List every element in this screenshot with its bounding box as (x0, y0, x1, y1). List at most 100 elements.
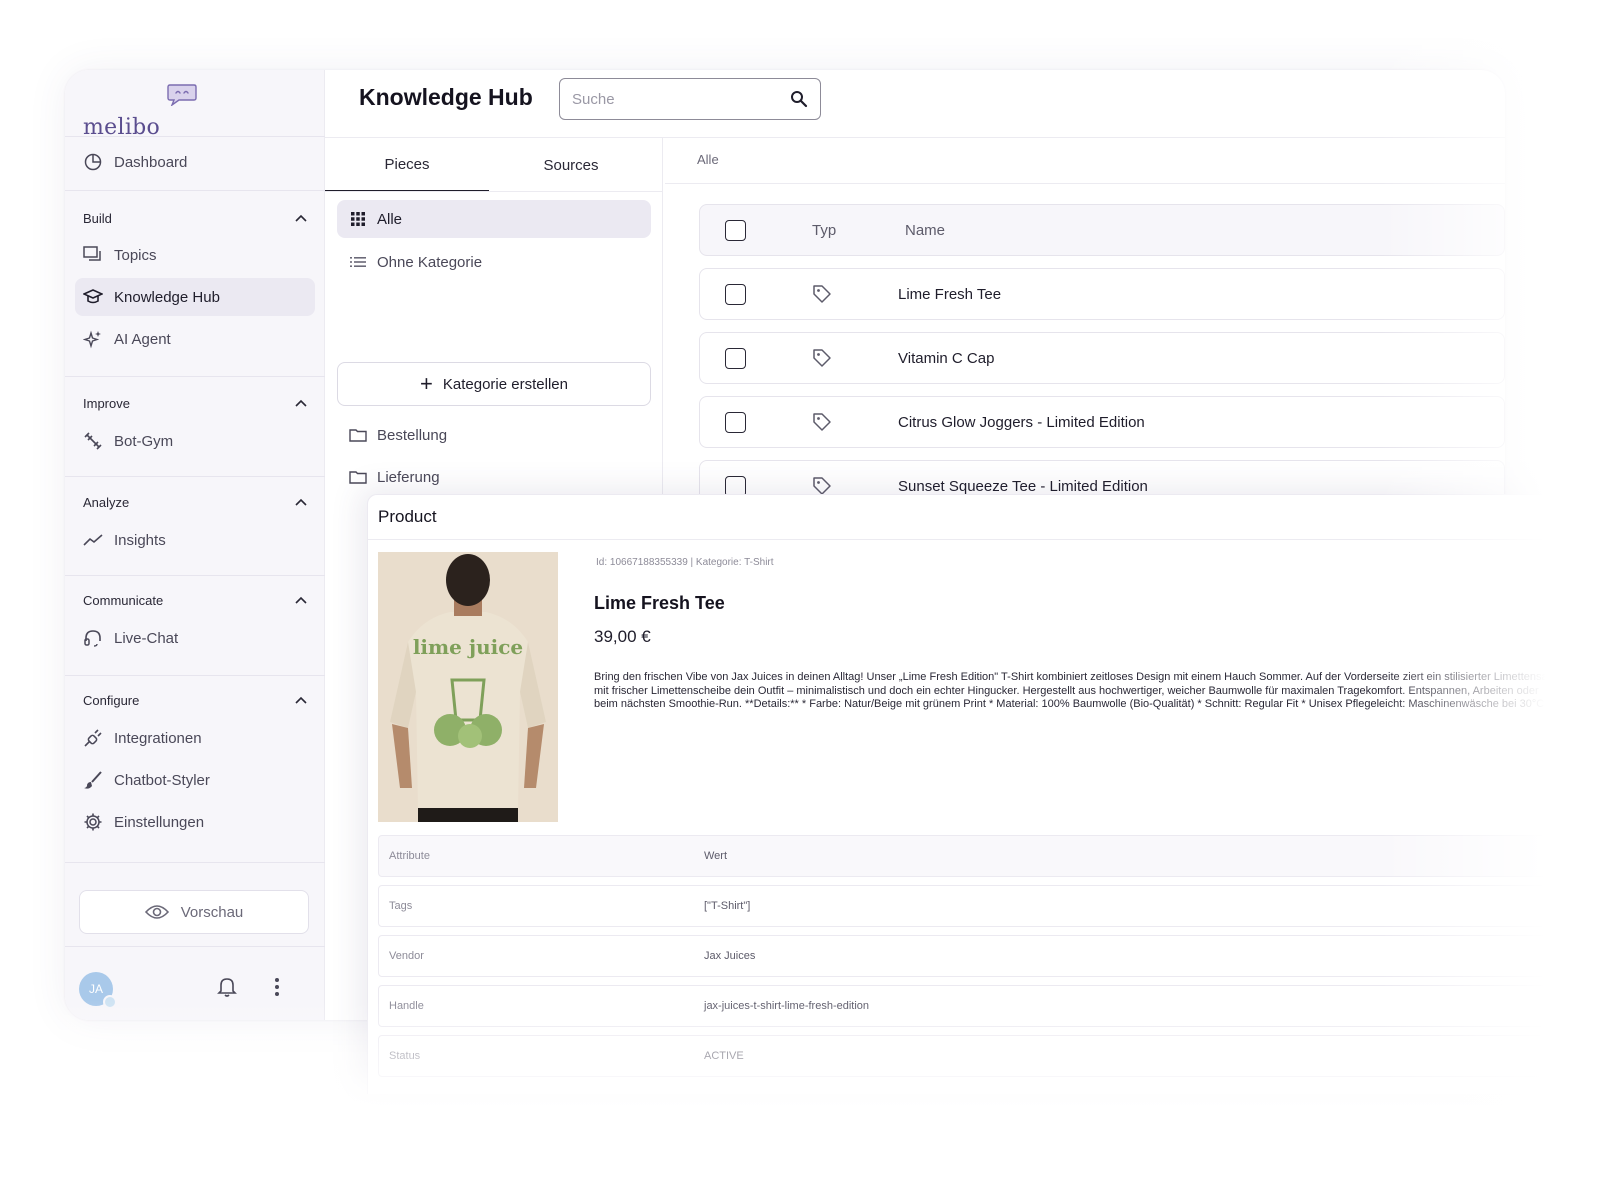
row-checkbox[interactable] (725, 283, 746, 305)
product-meta: Id: 10667188355339 | Kategorie: T-Shirt (596, 557, 774, 568)
sidebar-item-knowledge-hub[interactable]: Knowledge Hub (75, 278, 315, 316)
dashboard-icon (83, 152, 103, 172)
sidebar: melibo Dashboard Build Topics Knowledge … (65, 70, 325, 1020)
product-description: Bring den frischen Vibe von Jax Juices i… (594, 671, 1554, 711)
shirt-print-text: lime juice (413, 635, 523, 659)
row-checkbox[interactable] (725, 347, 746, 369)
category-label: Ohne Kategorie (377, 253, 483, 271)
attribute-key: Tags (389, 900, 413, 912)
bell-icon[interactable] (217, 976, 237, 1003)
table-row[interactable]: Lime Fresh Tee (699, 268, 1505, 320)
column-type[interactable]: Typ (812, 222, 836, 239)
section-label: Analyze (83, 494, 130, 510)
section-label: Configure (83, 692, 140, 708)
value-column-header: Wert (704, 850, 728, 862)
plus-icon: + (420, 371, 433, 396)
sidebar-item-einstellungen[interactable]: Einstellungen (75, 803, 315, 841)
section-build-toggle[interactable]: Build (83, 207, 307, 229)
sidebar-item-label: Insights (114, 531, 166, 549)
attribute-key: Status (389, 1050, 421, 1062)
create-category-button[interactable]: + Kategorie erstellen (337, 362, 651, 406)
chevron-up-icon (295, 696, 307, 704)
folder-icon (349, 468, 367, 486)
panel-divider (368, 539, 1568, 540)
breadcrumb[interactable]: Alle (697, 152, 719, 167)
sidebar-divider (65, 476, 325, 477)
plug-icon (83, 728, 103, 748)
section-communicate-toggle[interactable]: Communicate (83, 589, 307, 611)
category-label: Lieferung (377, 468, 440, 486)
select-all-checkbox[interactable] (725, 219, 746, 241)
more-options-icon[interactable] (273, 976, 281, 1003)
sidebar-item-label: Dashboard (114, 153, 188, 171)
row-name: Lime Fresh Tee (898, 285, 1002, 303)
preview-button[interactable]: Vorschau (79, 890, 309, 934)
sidebar-item-chatbot-styler[interactable]: Chatbot-Styler (75, 761, 315, 799)
sidebar-item-label: Integrationen (114, 729, 202, 747)
headset-icon (83, 628, 103, 648)
verified-badge-icon (103, 995, 117, 1009)
sidebar-item-label: Knowledge Hub (114, 288, 220, 306)
chevron-up-icon (295, 498, 307, 506)
category-all[interactable]: Alle (337, 200, 651, 238)
tab-pieces[interactable]: Pieces (325, 138, 489, 192)
logo[interactable]: melibo (83, 82, 197, 140)
grid-icon (349, 210, 367, 228)
attribute-row: Tags ["T-Shirt"] (378, 885, 1558, 927)
sidebar-item-ai-agent[interactable]: AI Agent (75, 320, 315, 358)
folder-icon (349, 426, 367, 444)
sidebar-divider (65, 946, 325, 947)
attribute-row: Handle jax-juices-t-shirt-lime-fresh-edi… (378, 985, 1558, 1027)
panel-title: Product (378, 507, 437, 526)
sidebar-item-dashboard[interactable]: Dashboard (75, 143, 315, 181)
list-icon (349, 253, 367, 271)
attribute-value: Jax Juices (704, 950, 756, 962)
sidebar-item-label: Live-Chat (114, 629, 179, 647)
sidebar-item-label: AI Agent (114, 330, 171, 348)
sparkles-icon (83, 329, 103, 349)
category-label: Alle (377, 210, 403, 228)
sidebar-item-topics[interactable]: Topics (75, 236, 315, 274)
tab-sources[interactable]: Sources (489, 138, 653, 192)
product-name: Lime Fresh Tee (594, 593, 725, 613)
table-row[interactable]: Vitamin C Cap (699, 332, 1505, 384)
attribute-column-header: Attribute (389, 850, 430, 862)
search-input[interactable] (572, 90, 762, 108)
sidebar-item-bot-gym[interactable]: Bot-Gym (75, 422, 315, 460)
row-checkbox[interactable] (725, 411, 746, 433)
row-name: Vitamin C Cap (898, 349, 995, 367)
category-uncategorized[interactable]: Ohne Kategorie (337, 243, 651, 281)
sidebar-divider (65, 675, 325, 676)
row-name: Sunset Squeeze Tee - Limited Edition (898, 477, 1148, 495)
preview-label: Vorschau (180, 903, 244, 921)
sidebar-item-label: Bot-Gym (114, 432, 174, 450)
eye-icon (144, 904, 169, 920)
section-improve-toggle[interactable]: Improve (83, 392, 307, 414)
dumbbell-icon (83, 431, 103, 451)
gear-icon (83, 812, 103, 832)
search-box[interactable] (559, 78, 821, 120)
category-folder-lieferung[interactable]: Lieferung (337, 458, 651, 496)
sidebar-item-live-chat[interactable]: Live-Chat (75, 619, 315, 657)
chevron-up-icon (295, 399, 307, 407)
attribute-table-header: Attribute Wert (378, 835, 1558, 877)
attribute-value: ACTIVE (704, 1050, 744, 1062)
chevron-up-icon (295, 214, 307, 222)
section-analyze-toggle[interactable]: Analyze (83, 491, 307, 513)
table-row[interactable]: Citrus Glow Joggers - Limited Edition (699, 396, 1505, 448)
tab-divider (325, 191, 663, 192)
page-title: Knowledge Hub (359, 84, 533, 110)
category-label: Bestellung (377, 426, 448, 444)
chevron-up-icon (295, 596, 307, 604)
column-name[interactable]: Name (905, 222, 945, 239)
sidebar-item-insights[interactable]: Insights (75, 521, 315, 559)
sidebar-divider (65, 575, 325, 576)
search-icon[interactable] (790, 90, 808, 108)
section-label: Communicate (83, 592, 164, 608)
tag-icon (813, 285, 831, 303)
section-configure-toggle[interactable]: Configure (83, 689, 307, 711)
topics-icon (83, 245, 103, 265)
category-folder-bestellung[interactable]: Bestellung (337, 416, 651, 454)
sidebar-item-integrationen[interactable]: Integrationen (75, 719, 315, 757)
attribute-row: Vendor Jax Juices (378, 935, 1558, 977)
